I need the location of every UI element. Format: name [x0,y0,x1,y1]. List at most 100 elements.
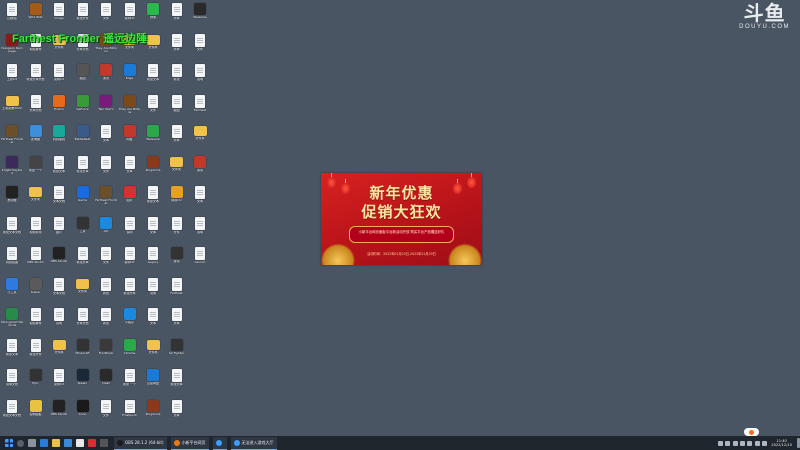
desktop-icon[interactable]: 文本 [166,398,188,424]
tray-chevron-icon[interactable] [717,440,723,446]
desktop-icon[interactable]: 启动器 [1,184,23,210]
desktop-icon[interactable]: Minecraft [72,337,94,363]
desktop-icon[interactable]: Farthest Frontier [1,123,23,149]
desktop-icon[interactable]: 说明txt [119,1,141,27]
taskbar-task-button[interactable]: 小新平台网页 [170,436,209,450]
desktop-icon[interactable]: 文本 [166,1,188,27]
desktop-icon[interactable]: 说明txt [119,245,141,271]
desktop-icon[interactable]: Chrome [119,337,141,363]
desktop-icon[interactable]: 文件夹 [142,337,164,363]
desktop-icon[interactable]: 游戏 [95,62,117,88]
desktop-icon[interactable]: 控制面板 [25,398,47,424]
desktop-icon[interactable]: 说明 [142,276,164,302]
desktop-icon[interactable]: Edge [119,62,141,88]
taskbar-clock[interactable]: 11:40 2022/12/10 [771,439,792,448]
desktop-icon[interactable]: Launch [189,245,211,271]
desktop-icon[interactable]: 新建 一个 [119,367,141,393]
desktop-icon[interactable]: 新建文件 [25,337,47,363]
desktop-icon[interactable]: 微信 [142,1,164,27]
desktop-icon[interactable]: 此电脑 [25,123,47,149]
desktop-icon[interactable]: Sniper [25,276,47,302]
desktop-icon[interactable]: 游戏 [166,245,188,271]
desktop-icon[interactable]: Kingdoms [142,398,164,424]
edge-browser-icon[interactable] [40,439,48,447]
desktop-icon[interactable]: 文本 [95,123,117,149]
tray-app-icon[interactable] [725,440,731,446]
desktop-icon[interactable]: 截图 [166,93,188,119]
douyu-float-button[interactable] [744,428,759,436]
desktop-icon[interactable]: 新建文件 [72,1,94,27]
desktop-icon[interactable]: Stronghold Warlords [1,306,23,332]
desktop-icon[interactable]: 说明 [119,215,141,241]
desktop-icon[interactable]: Wild Wild [25,1,47,27]
desktop-icon[interactable]: 文件夹 [166,154,188,180]
desktop-icon[interactable]: 文件 [95,1,117,27]
desktop-icon[interactable]: Farthest [189,93,211,119]
desktop-icon[interactable]: 新建文本 [142,62,164,88]
tray-app-icon[interactable] [732,440,738,446]
desktop-icon[interactable]: Clash [95,367,117,393]
desktop-icon[interactable]: Firefox [48,93,70,119]
desktop-icon[interactable]: 新建 一个 [25,154,47,180]
desktop-icon[interactable]: 文件夹 [189,123,211,149]
desktop-icon[interactable]: 回收站 [1,1,23,27]
desktop-icon[interactable]: 截图 [72,62,94,88]
desktop-icon[interactable]: S2 Fighter [166,337,188,363]
desktop-icon[interactable]: 图片 [119,184,141,210]
desktop-icon[interactable]: Battlefleet [72,123,94,149]
desktop-icon[interactable]: 新建文本文档 [1,215,23,241]
desktop-icon[interactable]: WeGame [189,1,211,27]
desktop-icon[interactable]: 文本文档 [25,93,47,119]
desktop-icon[interactable]: 游戏 [189,154,211,180]
desktop-icon[interactable]: 视频剪辑 [25,215,47,241]
volume-icon[interactable] [754,440,760,446]
desktop-icon[interactable]: Steam [72,367,94,393]
desktop-icon[interactable]: 文本 [166,32,188,58]
desktop-icon[interactable]: 文件夹 [72,276,94,302]
desktop-icon[interactable]: GeForce [72,93,94,119]
desktop-icon[interactable]: 文本 [142,306,164,332]
desktop-icon[interactable]: 说明txt [48,62,70,88]
store-icon[interactable] [64,439,72,447]
desktop-icon[interactable]: 王者txt [1,62,23,88]
desktop-icon[interactable]: 王者荣耀2022 [1,93,23,119]
desktop-icon[interactable]: 文件夹 [48,337,70,363]
desktop-icon[interactable]: WeGame [142,123,164,149]
task-view-icon[interactable] [28,439,36,447]
desktop-icon[interactable]: FrostPunk [95,337,117,363]
desktop-icon[interactable]: OBS Studio [48,398,70,424]
desktop-icon[interactable]: 工具 [72,215,94,241]
network-icon[interactable] [747,440,753,446]
desktop-icon[interactable]: 新建文本 [72,245,94,271]
desktop-icon[interactable]: Two Year's [95,93,117,119]
desktop-icon[interactable]: 文本文档 [48,276,70,302]
desktop-icon[interactable]: 说明txt [48,367,70,393]
desktop-icon[interactable]: 视频素材 [25,306,47,332]
desktop-icon[interactable]: 新建文本 [72,154,94,180]
desktop-icon[interactable]: 文本文档 [72,306,94,332]
desktop-icon[interactable]: OBS Studio [25,245,47,271]
taskbar-task-button[interactable]: OBS 28.1.2 (64-bit) [114,436,167,450]
desktop-icon[interactable]: 文本 [119,154,141,180]
app-icon[interactable] [88,439,96,447]
desktop-icon[interactable]: 新建文本 [166,367,188,393]
desktop-icon[interactable]: Frostpunk [119,398,141,424]
desktop-icon[interactable]: 视频截图 [1,245,23,271]
desktop-icon[interactable]: 新建文本 [142,184,164,210]
desktop-icon[interactable]: 新建文本 [1,337,23,363]
desktop-icon[interactable]: 小程序 [119,306,141,332]
desktop-icon[interactable]: image [48,1,70,27]
desktop-icon[interactable]: 文本 [166,123,188,149]
desktop-icon[interactable]: 图片 [48,215,70,241]
desktop-icon[interactable]: 文件 [166,215,188,241]
desktop-icon[interactable]: 文本 [142,215,164,241]
desktop-icon[interactable]: 文件 [189,32,211,58]
desktop-icon[interactable]: 新建文本 [119,276,141,302]
desktop-icon[interactable]: Kingdoms [142,154,164,180]
desktop-icon[interactable]: Farthest [166,276,188,302]
desktop-icon[interactable]: 说明 [189,215,211,241]
desktop-icon[interactable]: 小工具 [1,276,23,302]
calculator-icon[interactable] [76,439,84,447]
desktop-icon[interactable]: 说明文档 [1,367,23,393]
desktop-icon[interactable]: QQ [95,215,117,241]
